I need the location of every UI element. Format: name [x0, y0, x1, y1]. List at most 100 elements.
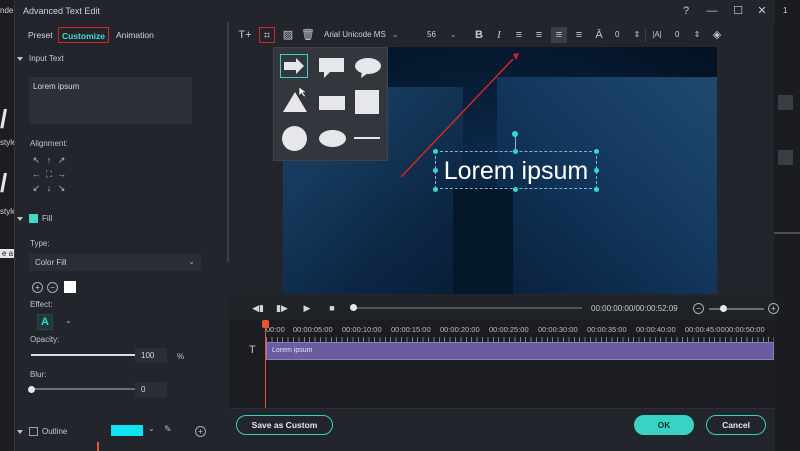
line-spacing-value[interactable]: 0 [675, 27, 679, 43]
align-left-icon[interactable]: ← [30, 167, 43, 181]
outline-label: Outline [42, 427, 68, 436]
blur-input[interactable]: 0 [135, 382, 167, 397]
background-app-right: 1 [773, 0, 800, 451]
outline-color-swatch[interactable] [111, 425, 143, 436]
font-size-value: 56 [427, 30, 436, 39]
italic-icon[interactable]: I [491, 27, 507, 43]
save-as-custom-button[interactable]: Save as Custom [236, 415, 333, 435]
tab-animation[interactable]: Animation [113, 27, 157, 43]
align-bottom-left-icon[interactable]: ↙ [30, 181, 43, 195]
align-right-text-icon[interactable]: ≡ [571, 27, 587, 43]
alignment-grid: ↖ ↑ ↗ ← ⛶ → ↙ ↓ ↘ [30, 153, 68, 195]
next-frame-icon[interactable]: ▮▶ [275, 301, 289, 315]
shape-rectangle-icon[interactable] [319, 96, 345, 110]
type-label: Type: [30, 239, 50, 248]
fill-checkbox[interactable] [29, 214, 38, 224]
bold-icon[interactable]: B [471, 27, 487, 43]
input-text-field[interactable]: Lorem ipsum [29, 77, 192, 124]
add-color-icon[interactable]: + [32, 282, 43, 293]
ok-button[interactable]: OK [634, 415, 694, 435]
chevron-down-icon[interactable]: ⌄ [148, 424, 155, 433]
zoom-out-icon[interactable]: − [693, 303, 704, 314]
shape-speech-rect-icon[interactable] [318, 57, 346, 81]
text-baseline-icon[interactable]: Ā [591, 27, 607, 43]
fill-color-swatch[interactable] [64, 281, 76, 293]
remove-color-icon[interactable]: − [47, 282, 58, 293]
shape-arrow-icon[interactable] [280, 54, 308, 78]
eyedropper-icon[interactable]: ✎ [164, 424, 172, 435]
stop-icon[interactable]: ■ [325, 301, 339, 315]
stepper-icon[interactable]: ⇕ [629, 27, 645, 43]
caret-down-icon [17, 429, 23, 434]
blur-label: Blur: [30, 370, 47, 379]
cancel-button[interactable]: Cancel [706, 415, 766, 435]
line-spacing-icon[interactable]: |A| [649, 27, 665, 43]
playback-scrubber[interactable] [352, 307, 582, 309]
opacity-input[interactable]: 100 [135, 348, 167, 363]
letter-spacing-value[interactable]: 0 [615, 27, 619, 43]
shape-ellipse-icon[interactable] [319, 130, 346, 147]
chevron-down-icon: ⌄ [188, 257, 195, 266]
help-icon[interactable]: ? [679, 4, 693, 18]
play-icon[interactable]: ▶ [300, 301, 314, 315]
zoom-in-icon[interactable]: + [768, 303, 779, 314]
shape-speech-oval-icon[interactable] [354, 57, 382, 81]
playhead[interactable] [265, 322, 266, 408]
fill-type-select[interactable]: Color Fill ⌄ [29, 254, 201, 271]
zoom-slider-handle[interactable] [719, 305, 727, 312]
font-size-select[interactable]: 56 ⌄ [424, 27, 464, 43]
previous-frame-icon[interactable]: ◀▮ [251, 301, 265, 315]
ruler-label: 00:00:05:00 [293, 325, 333, 334]
align-left-text-icon[interactable]: ≡ [511, 27, 527, 43]
add-text-icon[interactable]: T+ [237, 27, 253, 43]
blur-slider-handle[interactable] [28, 386, 35, 393]
tab-preset[interactable]: Preset [25, 27, 56, 43]
align-bottom-right-icon[interactable]: ↘ [55, 181, 68, 195]
add-outline-icon[interactable]: + [195, 426, 206, 437]
timeline[interactable]: 00:00 00:00:05:00 00:00:10:00 00:00:15:0… [229, 320, 775, 408]
zoom-slider-track[interactable] [709, 308, 764, 310]
dialog-title: Advanced Text Edit [23, 6, 100, 16]
properties-panel: Preset Customize Animation Input Text Lo… [15, 22, 228, 451]
text-clip[interactable]: Lorem ipsum [266, 342, 774, 360]
align-top-icon[interactable]: ↑ [43, 153, 56, 167]
maximize-icon[interactable]: ☐ [731, 4, 745, 18]
shape-line-icon[interactable] [354, 137, 380, 139]
align-center-icon[interactable]: ⛶ [43, 167, 56, 181]
playhead-handle[interactable] [262, 320, 269, 328]
shape-square-icon[interactable] [355, 90, 379, 114]
shape-circle-icon[interactable] [282, 126, 307, 151]
align-top-left-icon[interactable]: ↖ [30, 153, 43, 167]
bg-fragment-glyph: / [0, 168, 8, 198]
text-effect-icon[interactable]: A [37, 314, 53, 330]
align-top-right-icon[interactable]: ↗ [55, 153, 68, 167]
chevron-down-icon[interactable]: ⌄ [65, 316, 72, 325]
blur-slider-track[interactable] [31, 388, 141, 390]
layers-icon[interactable]: ◈ [709, 27, 725, 43]
text-track-icon: T [249, 344, 256, 356]
align-bottom-icon[interactable]: ↓ [43, 181, 56, 195]
shape-tool-icon[interactable]: ⌗ [259, 27, 275, 43]
bg-thumbnail [778, 95, 793, 110]
left-panel-scrollbar[interactable] [227, 22, 229, 262]
shapes-popup [273, 47, 388, 161]
playback-scrubber-handle[interactable] [350, 304, 357, 311]
stepper-icon[interactable]: ⇕ [689, 27, 705, 43]
effect-label: Effect: [30, 300, 53, 309]
outline-header[interactable]: Outline [17, 427, 68, 437]
caret-down-icon [17, 56, 23, 61]
minimize-icon[interactable]: — [705, 4, 719, 18]
fill-header[interactable]: Fill [17, 214, 53, 224]
close-icon[interactable]: ✕ [755, 4, 769, 18]
delete-icon[interactable]: 🗑 [300, 27, 316, 43]
add-image-icon[interactable]: ▨ [280, 27, 296, 43]
bg-thumbnail [778, 150, 793, 165]
align-right-icon[interactable]: → [55, 167, 68, 181]
font-family-select[interactable]: Arial Unicode MS ⌄ [321, 27, 409, 43]
tab-customize[interactable]: Customize [58, 27, 109, 43]
outline-checkbox[interactable] [29, 427, 38, 437]
align-justify-text-icon[interactable]: ≡ [551, 27, 567, 43]
input-text-header[interactable]: Input Text [17, 54, 64, 63]
align-center-text-icon[interactable]: ≡ [531, 27, 547, 43]
fill-label: Fill [42, 214, 53, 223]
